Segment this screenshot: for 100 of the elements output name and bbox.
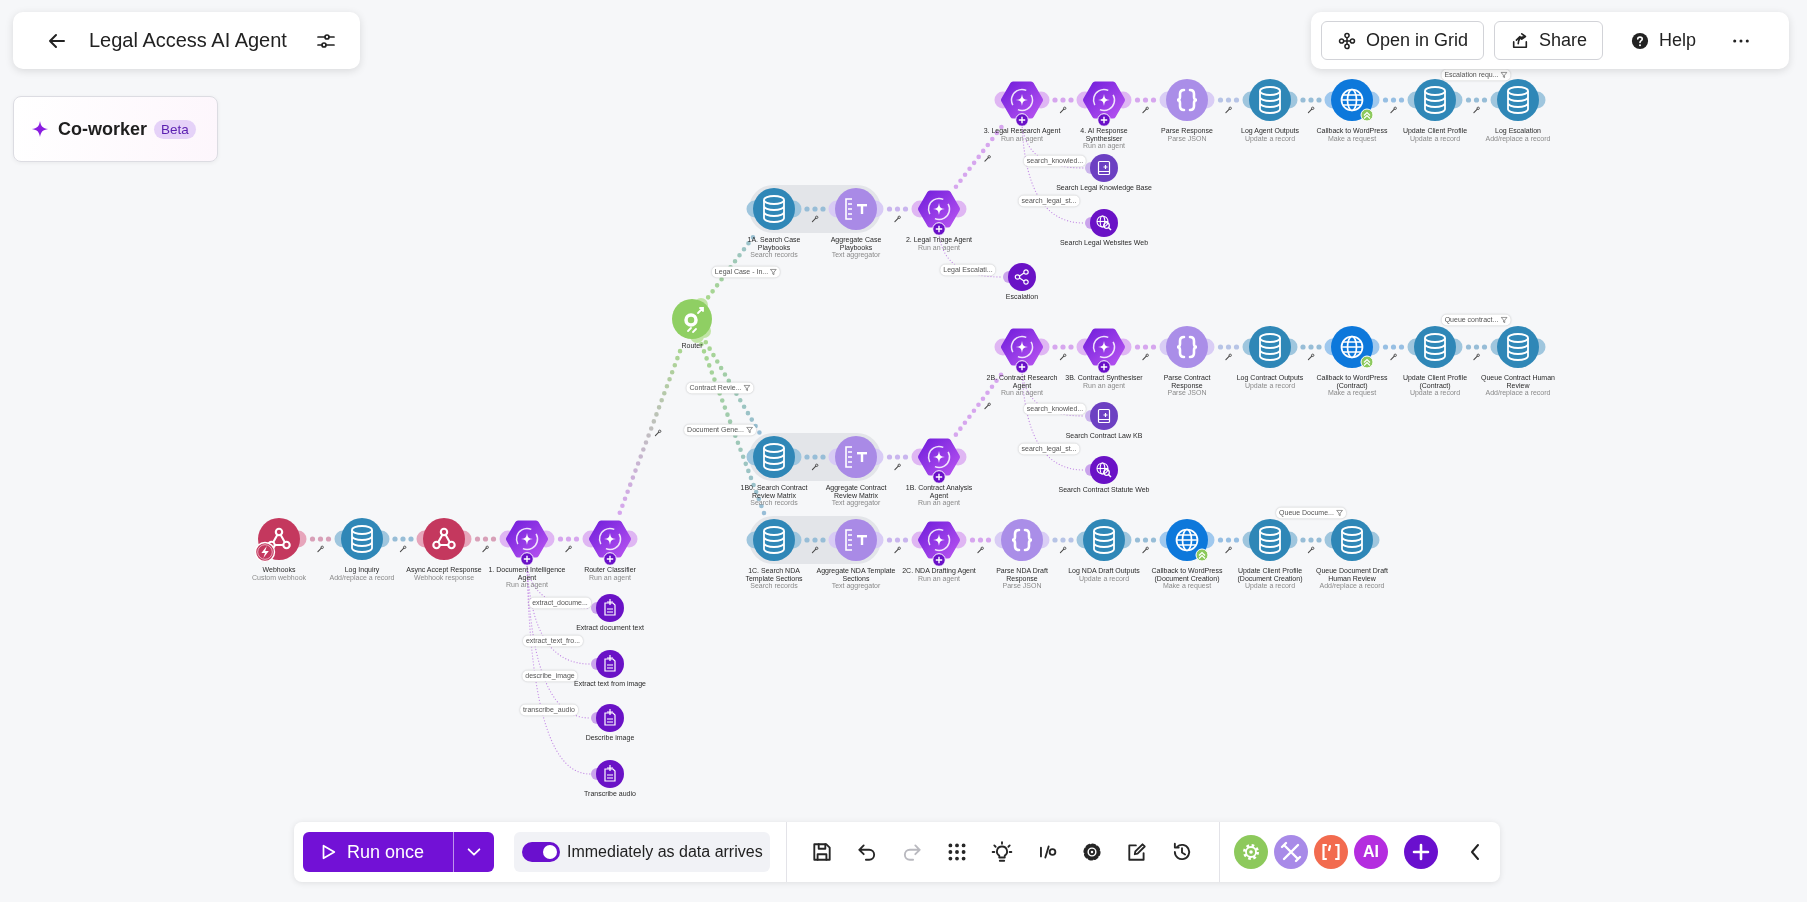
database-icon[interactable] [746,519,802,561]
curly-braces-icon[interactable] [994,519,1050,561]
plus-badge-icon[interactable] [932,470,946,484]
plus-badge-icon[interactable] [1015,113,1029,127]
book-icon[interactable] [1085,154,1118,182]
document-plus-icon[interactable] [591,594,624,622]
database-icon[interactable] [1076,519,1132,561]
database-icon[interactable] [1490,79,1546,121]
save-icon[interactable] [811,841,833,863]
database-icon[interactable] [1407,326,1463,368]
text-document-icon[interactable] [828,519,884,561]
wrench-icon[interactable] [811,546,819,554]
share-button[interactable]: Share [1494,21,1604,60]
run-options-button[interactable] [453,832,494,872]
wrench-icon[interactable] [811,215,819,223]
undo-icon[interactable] [856,841,878,863]
globe-search-icon[interactable] [1085,456,1118,484]
webhook-icon[interactable] [416,518,472,560]
more-icon[interactable] [1732,37,1751,44]
open-in-grid-button[interactable]: Open in Grid [1321,21,1485,60]
wrench-icon[interactable] [1142,546,1149,554]
plus-badge-icon[interactable] [1097,360,1111,374]
wrench-icon[interactable] [1390,106,1397,114]
wrench-icon[interactable] [482,545,489,553]
wrench-icon[interactable] [984,402,991,410]
document-plus-icon[interactable] [591,650,624,678]
globe-icon[interactable] [1159,519,1215,561]
wrench-icon[interactable] [1307,106,1315,114]
wrench-icon[interactable] [1473,106,1480,114]
settings-icon[interactable] [1081,841,1103,863]
filter-icon[interactable] [743,384,751,392]
lightning-badge-icon[interactable] [254,541,276,563]
database-icon[interactable] [1407,79,1463,121]
wrench-icon[interactable] [894,463,901,471]
text-document-icon[interactable] [828,188,884,230]
curly-braces-icon[interactable] [1159,326,1215,368]
book-icon[interactable] [1085,402,1118,430]
wrench-icon[interactable] [1225,106,1232,114]
wrench-icon[interactable] [894,546,901,554]
database-icon[interactable] [1490,326,1546,368]
database-icon[interactable] [1242,519,1298,561]
wrench-icon[interactable] [1059,546,1067,554]
database-icon[interactable] [1242,79,1298,121]
sparkle-hexagon-icon[interactable] [911,521,967,559]
text-document-icon[interactable] [828,436,884,478]
filter-icon[interactable] [770,268,778,276]
lightbulb-icon[interactable] [991,841,1013,863]
filter-icon[interactable] [1500,316,1508,324]
wrench-icon[interactable] [977,546,984,554]
plus-badge-icon[interactable] [932,553,946,567]
wrench-icon[interactable] [654,429,662,437]
filter-icon[interactable] [1335,509,1343,517]
filter-icon[interactable] [745,426,753,434]
filter-icon[interactable] [1500,71,1508,79]
wrench-icon[interactable] [1142,353,1149,361]
wrench-icon[interactable] [1142,106,1149,114]
bracket-app-icon[interactable] [1314,835,1348,869]
sparkle-hexagon-icon[interactable] [1076,81,1132,119]
wrench-icon[interactable] [1307,546,1315,554]
toggle-switch[interactable] [522,842,560,862]
document-plus-icon[interactable] [591,704,624,732]
database-icon[interactable] [1242,326,1298,368]
wrench-icon[interactable] [1059,106,1067,114]
sparkle-hexagon-icon[interactable] [994,81,1050,119]
plus-badge-icon[interactable] [1097,113,1111,127]
sparkle-hexagon-icon[interactable] [1076,328,1132,366]
wrench-icon[interactable] [399,545,407,553]
plus-badge-icon[interactable] [603,552,617,566]
globe-icon[interactable] [1324,79,1380,121]
wrench-icon[interactable] [894,215,901,223]
wrench-icon[interactable] [1473,353,1480,361]
database-icon[interactable] [746,436,802,478]
history-icon[interactable] [1171,841,1193,863]
sparkle-hexagon-icon[interactable] [911,190,967,228]
curly-braces-icon[interactable] [1159,79,1215,121]
wrench-icon[interactable] [984,155,991,162]
ai-app-button[interactable]: AI [1354,835,1388,869]
document-plus-icon[interactable] [591,760,624,788]
plus-badge-icon[interactable] [520,552,534,566]
sparkle-hexagon-icon[interactable] [499,520,555,558]
add-circle-icon[interactable] [1404,835,1438,869]
globe-icon[interactable] [1324,326,1380,368]
wrench-icon[interactable] [1307,353,1315,361]
database-icon[interactable] [746,188,802,230]
wrench-icon[interactable] [811,463,819,471]
dot-grid-icon[interactable] [946,841,968,863]
sparkle-hexagon-icon[interactable] [911,438,967,476]
wrench-icon[interactable] [1225,353,1232,361]
wrench-icon[interactable] [1059,353,1067,361]
share-icon[interactable] [1003,263,1036,291]
wrench-icon[interactable] [565,545,572,553]
sparkle-hexagon-icon[interactable] [994,328,1050,366]
chevron-left-icon[interactable] [1469,842,1481,862]
plus-badge-icon[interactable] [1015,360,1029,374]
wrench-icon[interactable] [1225,546,1232,554]
database-icon[interactable] [1324,519,1380,561]
plus-badge-icon[interactable] [932,222,946,236]
wrench-icon[interactable] [1390,353,1397,361]
run-once-button[interactable]: Run once [303,832,453,872]
tools-app-icon[interactable] [1274,835,1308,869]
